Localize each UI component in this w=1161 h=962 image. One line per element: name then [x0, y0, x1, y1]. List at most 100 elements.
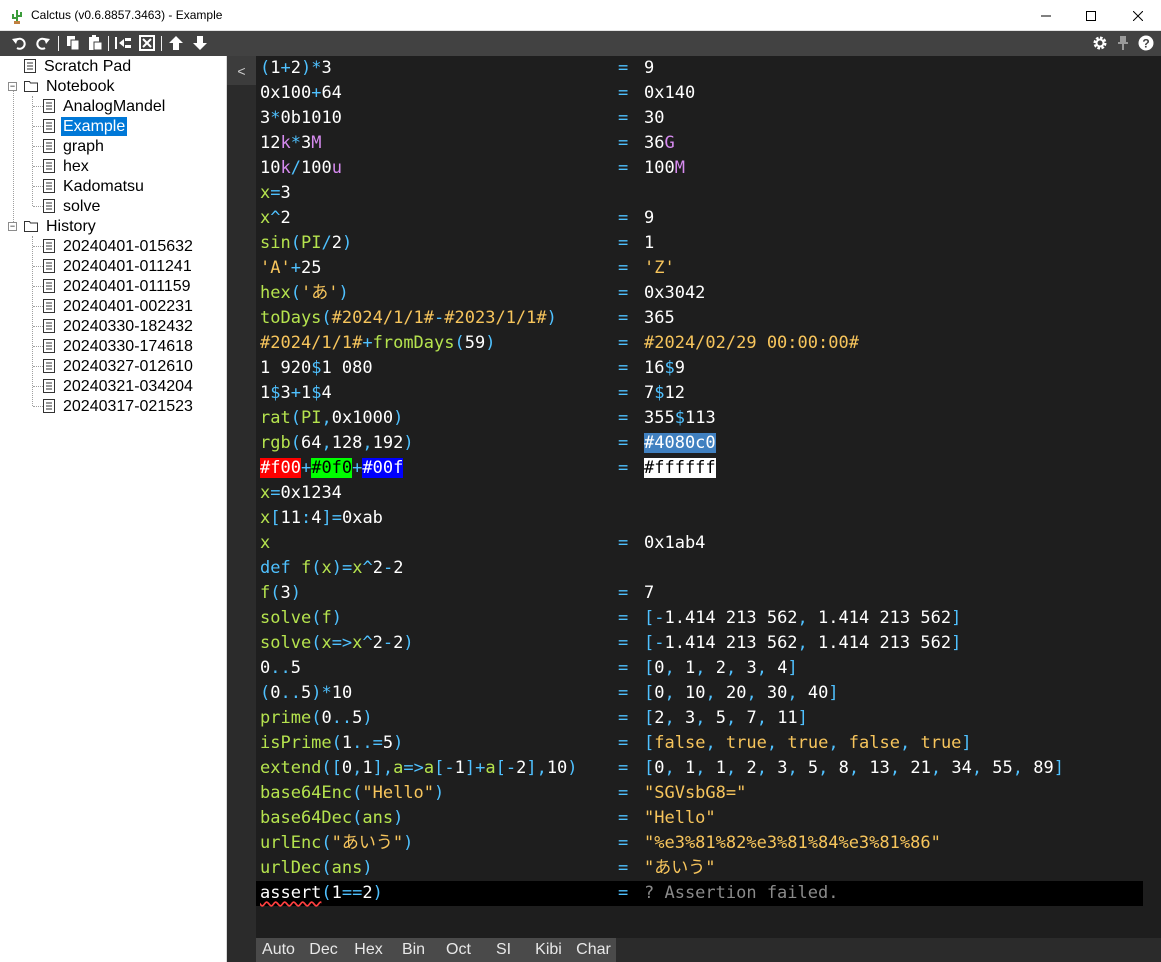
- expression-input[interactable]: toDays(#2024/1/1#-#2023/1/1#): [260, 306, 557, 331]
- tree-notebook-item-hex[interactable]: hex: [43, 156, 91, 176]
- radix-bin-button[interactable]: Bin: [391, 938, 436, 962]
- editor-line[interactable]: x=0x1234: [256, 481, 1161, 506]
- editor-line[interactable]: (0..5)*10 = [0, 10, 20, 30, 40]: [256, 681, 1161, 706]
- radix-char-button[interactable]: Char: [571, 938, 616, 962]
- expression-input[interactable]: 1 920$1 080: [260, 356, 373, 381]
- expression-input[interactable]: f(3): [260, 581, 301, 606]
- expression-input[interactable]: solve(x=>x^2-2): [260, 631, 414, 656]
- tree-history-item-20240401-015632[interactable]: 20240401-015632: [43, 236, 195, 256]
- copy-button[interactable]: [64, 34, 82, 52]
- radix-kibi-button[interactable]: Kibi: [526, 938, 571, 962]
- radix-auto-button[interactable]: Auto: [256, 938, 301, 962]
- expression-input[interactable]: sin(PI/2): [260, 231, 352, 256]
- expression-input[interactable]: #2024/1/1#+fromDays(59): [260, 331, 495, 356]
- tree-history-item-20240401-002231[interactable]: 20240401-002231: [43, 296, 195, 316]
- paste-button[interactable]: [86, 34, 104, 52]
- editor-line[interactable]: x^2 = 9: [256, 206, 1161, 231]
- move-down-button[interactable]: [191, 34, 209, 52]
- editor-line[interactable]: rgb(64,128,192) = #4080c0: [256, 431, 1161, 456]
- expression-input[interactable]: 'A'+25: [260, 256, 321, 281]
- delete-line-button[interactable]: [138, 34, 156, 52]
- expression-input[interactable]: x: [260, 531, 270, 556]
- tree-scratch-pad[interactable]: Scratch Pad: [24, 56, 133, 76]
- expression-input[interactable]: def f(x)=x^2-2: [260, 556, 403, 581]
- expression-input[interactable]: #f00+#0f0+#00f: [260, 456, 404, 481]
- tree-history-item-20240321-034204[interactable]: 20240321-034204: [43, 376, 195, 396]
- expression-input[interactable]: 12k*3M: [260, 131, 321, 156]
- expression-input[interactable]: assert(1==2): [260, 881, 383, 906]
- expression-input[interactable]: hex('あ'): [260, 281, 349, 306]
- tree-history[interactable]: History: [24, 216, 98, 236]
- editor-line[interactable]: (1+2)*3 = 9: [256, 56, 1161, 81]
- editor-line[interactable]: def f(x)=x^2-2: [256, 556, 1161, 581]
- expression-input[interactable]: x=3: [260, 181, 291, 206]
- tree-notebook-item-solve[interactable]: solve: [43, 196, 102, 216]
- editor-line[interactable]: 0..5 = [0, 1, 2, 3, 4]: [256, 656, 1161, 681]
- radix-dec-button[interactable]: Dec: [301, 938, 346, 962]
- expression-input[interactable]: isPrime(1..=5): [260, 731, 403, 756]
- tree-history-item-20240327-012610[interactable]: 20240327-012610: [43, 356, 195, 376]
- topmost-pin-button[interactable]: [1114, 34, 1132, 52]
- notebook-expander[interactable]: −: [8, 82, 17, 91]
- editor-line[interactable]: solve(f) = [-1.414 213 562, 1.414 213 562]: [256, 606, 1161, 631]
- expression-input[interactable]: prime(0..5): [260, 706, 373, 731]
- history-expander[interactable]: −: [8, 222, 17, 231]
- expression-input[interactable]: (0..5)*10: [260, 681, 352, 706]
- editor-line[interactable]: isPrime(1..=5) = [false, true, true, false…: [256, 731, 1161, 756]
- tree-notebook-item-example[interactable]: Example: [43, 116, 128, 136]
- tree-history-item-20240330-174618[interactable]: 20240330-174618: [43, 336, 195, 356]
- editor-line[interactable]: base64Dec(ans) = "Hello": [256, 806, 1161, 831]
- move-up-button[interactable]: [167, 34, 185, 52]
- expression-input[interactable]: base64Dec(ans): [260, 806, 403, 831]
- tree-notebook-item-kadomatsu[interactable]: Kadomatsu: [43, 176, 146, 196]
- expression-input[interactable]: 1$3+1$4: [260, 381, 332, 406]
- editor-line[interactable]: 12k*3M = 36G: [256, 131, 1161, 156]
- editor-line[interactable]: toDays(#2024/1/1#-#2023/1/1#) = 365: [256, 306, 1161, 331]
- tree-notebook[interactable]: Notebook: [24, 76, 117, 96]
- expression-input[interactable]: urlDec(ans): [260, 856, 373, 881]
- expression-input[interactable]: 3*0b1010: [260, 106, 342, 131]
- radix-hex-button[interactable]: Hex: [346, 938, 391, 962]
- expression-input[interactable]: x^2: [260, 206, 291, 231]
- editor-line[interactable]: #2024/1/1#+fromDays(59) = #2024/02/29 00:0…: [256, 331, 1161, 356]
- editor-line[interactable]: 1$3+1$4 = 7$12: [256, 381, 1161, 406]
- minimize-button[interactable]: [1023, 0, 1069, 31]
- editor-line[interactable]: 'A'+25 = 'Z': [256, 256, 1161, 281]
- tree-history-item-20240401-011159[interactable]: 20240401-011159: [43, 276, 193, 296]
- editor-line[interactable]: base64Enc("Hello") = "SGVsbG8=": [256, 781, 1161, 806]
- editor-line[interactable]: #f00+#0f0+#00f = #ffffff: [256, 456, 1161, 481]
- editor-line[interactable]: x[11:4]=0xab: [256, 506, 1161, 531]
- expression-input[interactable]: urlEnc("あいう"): [260, 831, 413, 856]
- redo-button[interactable]: [34, 34, 52, 52]
- tree-history-item-20240317-021523[interactable]: 20240317-021523: [43, 396, 195, 416]
- editor-line[interactable]: rat(PI,0x1000) = 355$113: [256, 406, 1161, 431]
- editor-line[interactable]: 1 920$1 080 = 16$9: [256, 356, 1161, 381]
- expression-input[interactable]: rgb(64,128,192): [260, 431, 414, 456]
- expression-input[interactable]: 0..5: [260, 656, 301, 681]
- expression-input[interactable]: 10k/100u: [260, 156, 342, 181]
- expression-input[interactable]: base64Enc("Hello"): [260, 781, 444, 806]
- editor-line[interactable]: 3*0b1010 = 30: [256, 106, 1161, 131]
- expression-input[interactable]: x[11:4]=0xab: [260, 506, 383, 531]
- undo-button[interactable]: [10, 34, 28, 52]
- editor-line[interactable]: hex('あ') = 0x3042: [256, 281, 1161, 306]
- expression-input[interactable]: (1+2)*3: [260, 56, 332, 81]
- editor-line[interactable]: x = 0x1ab4: [256, 531, 1161, 556]
- radix-oct-button[interactable]: Oct: [436, 938, 481, 962]
- expression-input[interactable]: rat(PI,0x1000): [260, 406, 403, 431]
- editor-line[interactable]: x=3: [256, 181, 1161, 206]
- close-button[interactable]: [1115, 0, 1161, 31]
- tree-history-item-20240401-011241[interactable]: 20240401-011241: [43, 256, 194, 276]
- tree-notebook-item-analogmandel[interactable]: AnalogMandel: [43, 96, 167, 116]
- editor-line[interactable]: assert(1==2) = ? Assertion failed.: [256, 881, 1143, 906]
- expression-input[interactable]: 0x100+64: [260, 81, 342, 106]
- tree-history-item-20240330-182432[interactable]: 20240330-182432: [43, 316, 195, 336]
- editor-line[interactable]: 10k/100u = 100M: [256, 156, 1161, 181]
- tree-notebook-item-graph[interactable]: graph: [43, 136, 106, 156]
- radix-si-button[interactable]: SI: [481, 938, 526, 962]
- calc-editor[interactable]: (1+2)*3 = 9 0x100+64 = 0x140 3*0b1010 = 30 12k*3M…: [256, 56, 1161, 938]
- expression-input[interactable]: extend([0,1],a=>a[-1]+a[-2],10): [260, 756, 578, 781]
- maximize-button[interactable]: [1068, 0, 1114, 31]
- editor-line[interactable]: 0x100+64 = 0x140: [256, 81, 1161, 106]
- editor-line[interactable]: sin(PI/2) = 1: [256, 231, 1161, 256]
